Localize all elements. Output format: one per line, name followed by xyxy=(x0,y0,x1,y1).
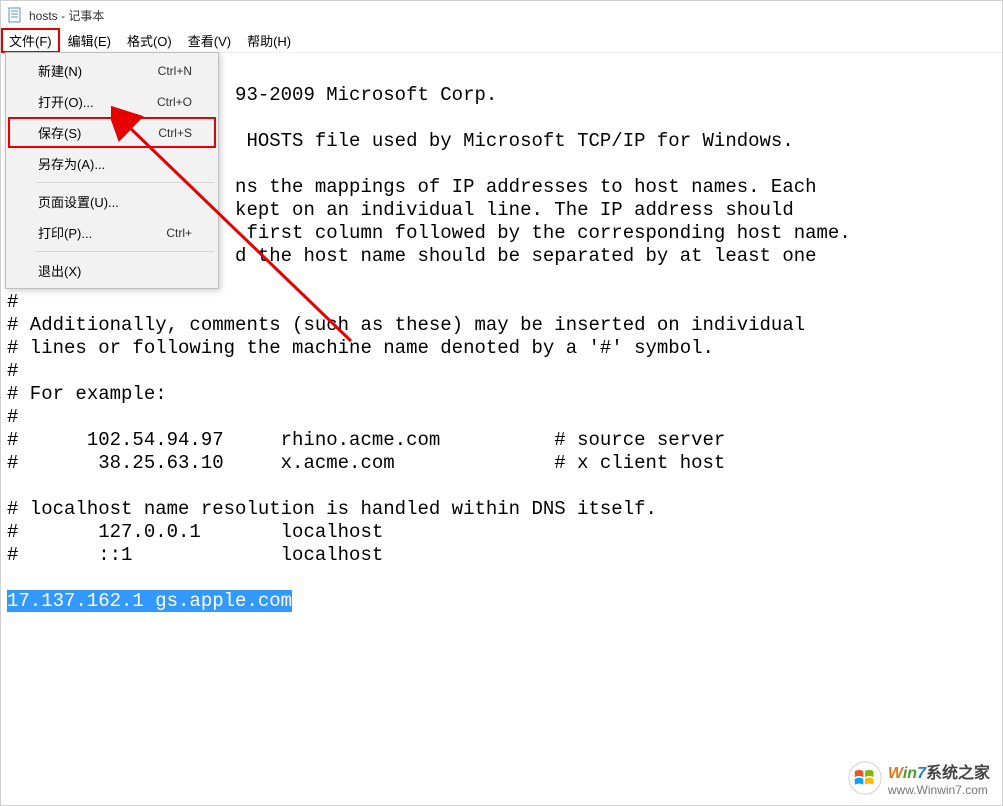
file-menu-dropdown: 新建(N) Ctrl+N 打开(O)... Ctrl+O 保存(S) Ctrl+… xyxy=(5,52,219,289)
menu-help[interactable]: 帮助(H) xyxy=(239,29,299,52)
watermark: Win7系统之家 www.Winwin7.com xyxy=(848,759,990,797)
editor-line: # xyxy=(7,291,18,313)
menu-file[interactable]: 文件(F) xyxy=(1,28,60,53)
menu-view[interactable]: 查看(V) xyxy=(180,29,239,52)
file-menu-save-shortcut: Ctrl+S xyxy=(158,126,192,140)
editor-line: # xyxy=(7,360,18,382)
editor-line: # localhost name resolution is handled w… xyxy=(7,498,657,520)
editor-line: # 38.25.63.10 x.acme.com # x client host xyxy=(7,452,725,474)
editor-line: # xyxy=(7,406,18,428)
file-menu-print[interactable]: 打印(P)... Ctrl+ xyxy=(8,217,216,248)
file-menu-exit-label: 退出(X) xyxy=(38,261,81,280)
file-menu-exit[interactable]: 退出(X) xyxy=(8,255,216,286)
menubar: 文件(F) 编辑(E) 格式(O) 查看(V) 帮助(H) xyxy=(1,29,1002,53)
windows-logo-icon xyxy=(848,761,882,795)
file-menu-save[interactable]: 保存(S) Ctrl+S xyxy=(8,117,216,148)
watermark-brand: Win7系统之家 xyxy=(888,759,990,783)
window-title: hosts - 记事本 xyxy=(29,7,104,24)
file-menu-page-setup[interactable]: 页面设置(U)... xyxy=(8,186,216,217)
file-menu-save-label: 保存(S) xyxy=(38,123,81,142)
editor-line: # For example: xyxy=(7,383,167,405)
file-menu-page-setup-label: 页面设置(U)... xyxy=(38,192,119,211)
editor-line: # ::1 localhost xyxy=(7,544,383,566)
file-menu-save-as-label: 另存为(A)... xyxy=(38,154,105,173)
file-menu-open-label: 打开(O)... xyxy=(38,92,94,111)
editor-selected-text: 17.137.162.1 gs.apple.com xyxy=(7,590,292,612)
editor-line: # 127.0.0.1 localhost xyxy=(7,521,383,543)
editor-line: # 102.54.94.97 rhino.acme.com # source s… xyxy=(7,429,725,451)
file-menu-new[interactable]: 新建(N) Ctrl+N xyxy=(8,55,216,86)
file-menu-print-shortcut: Ctrl+ xyxy=(166,226,192,240)
menu-separator xyxy=(36,251,214,252)
editor-line: # Additionally, comments (such as these)… xyxy=(7,314,805,336)
file-menu-save-as[interactable]: 另存为(A)... xyxy=(8,148,216,179)
editor-line: # lines or following the machine name de… xyxy=(7,337,714,359)
menu-edit[interactable]: 编辑(E) xyxy=(60,29,119,52)
titlebar: hosts - 记事本 xyxy=(1,1,1002,29)
file-menu-new-shortcut: Ctrl+N xyxy=(158,64,192,78)
file-menu-open[interactable]: 打开(O)... Ctrl+O xyxy=(8,86,216,117)
menu-format[interactable]: 格式(O) xyxy=(119,29,180,52)
file-menu-new-label: 新建(N) xyxy=(38,61,82,80)
watermark-url: www.Winwin7.com xyxy=(888,783,990,797)
menu-separator xyxy=(36,182,214,183)
file-menu-open-shortcut: Ctrl+O xyxy=(157,95,192,109)
file-menu-print-label: 打印(P)... xyxy=(38,223,92,242)
notepad-icon xyxy=(7,7,23,23)
